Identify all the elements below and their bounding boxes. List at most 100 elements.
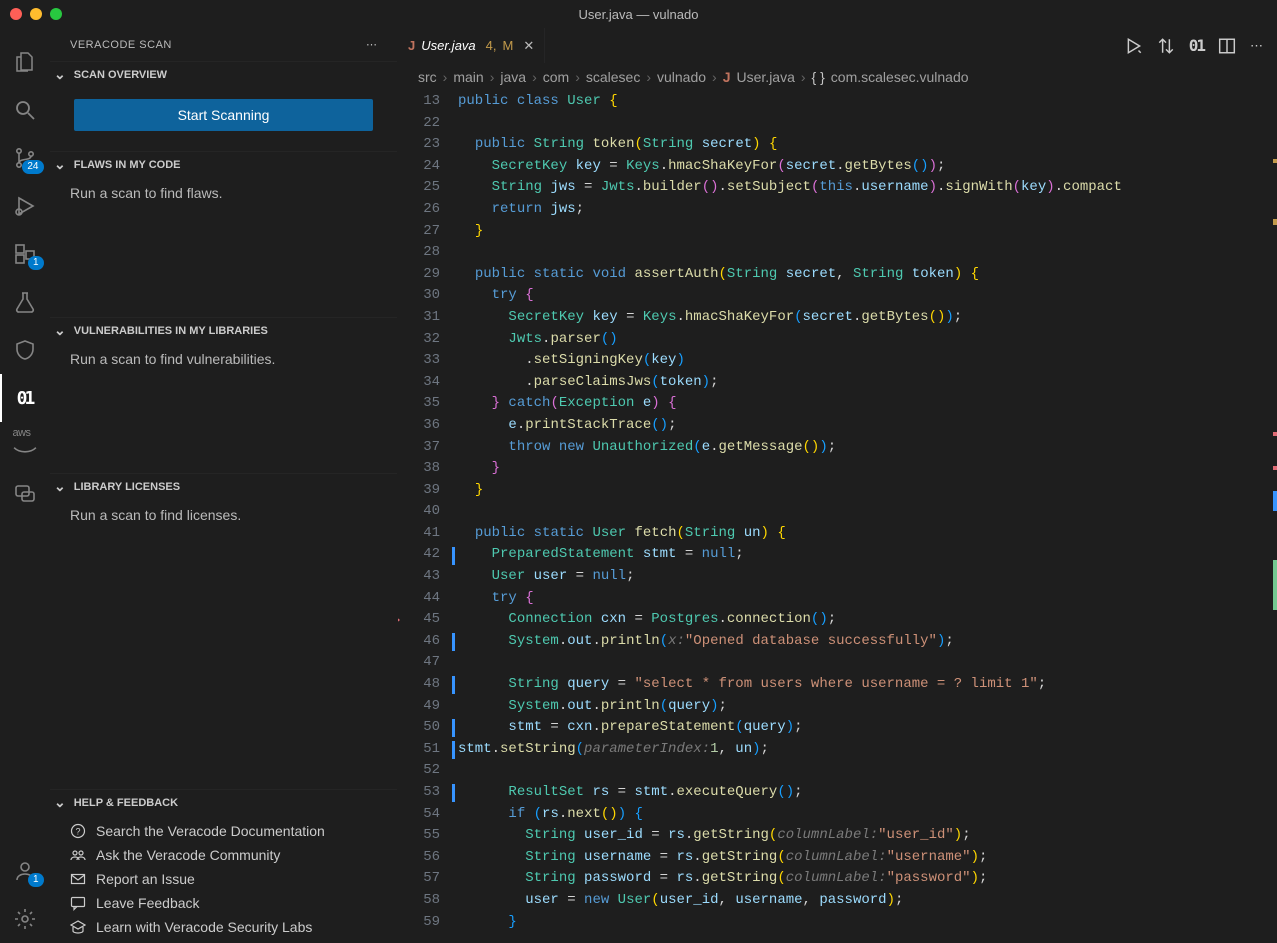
section-licenses-header[interactable]: ⌄ LIBRARY LICENSES [50,473,397,499]
activity-aws[interactable]: aws [0,422,50,470]
activity-source-control[interactable]: 24 [0,134,50,182]
comment-icon [70,895,86,911]
section-help-header[interactable]: ⌄ HELP & FEEDBACK [50,789,397,815]
account-badge: 1 [28,873,44,887]
licenses-empty-text: Run a scan to find licenses. [70,507,241,523]
svg-text:?: ? [75,827,80,837]
sidebar-title: VERACODE SCAN [70,39,172,51]
grad-cap-icon [70,919,86,935]
help-item-report[interactable]: Report an Issue [50,867,397,891]
breadcrumb-part[interactable]: main [453,69,483,85]
help-item-label: Search the Veracode Documentation [96,823,325,839]
mail-icon [70,871,86,887]
more-actions-icon[interactable]: ⋯ [1250,38,1265,54]
line-number-gutter: 1322232425262728293031323334353637383940… [398,91,458,943]
help-item-docs[interactable]: ? Search the Veracode Documentation [50,819,397,843]
breadcrumb-part[interactable]: scalesec [586,69,640,85]
tab-filename: User.java [421,38,475,53]
activity-extensions[interactable]: 1 [0,230,50,278]
tab-modified-indicator: M [503,38,514,53]
breadcrumb-part[interactable]: vulnado [657,69,706,85]
tab-user-java[interactable]: J User.java 4, M ✕ [398,28,545,63]
close-icon[interactable]: ✕ [523,38,534,54]
people-icon [70,847,86,863]
aws-icon: aws [13,427,37,466]
chevron-down-icon: ⌄ [54,66,66,83]
minimize-window-button[interactable] [30,8,42,20]
run-icon[interactable] [1125,37,1143,55]
java-file-icon: J [408,38,415,53]
debug-icon [13,194,37,218]
section-overview-header[interactable]: ⌄ SCAN OVERVIEW [50,61,397,87]
chat-icon [13,482,37,506]
section-flaws-header[interactable]: ⌄ FLAWS IN MY CODE [50,151,397,177]
breadcrumb-file[interactable]: User.java [737,69,795,85]
activity-veracode[interactable]: 01 [0,374,50,422]
breadcrumb-part[interactable]: java [500,69,526,85]
breadcrumb-part[interactable]: com [543,69,569,85]
activity-run-debug[interactable] [0,182,50,230]
help-item-labs[interactable]: Learn with Veracode Security Labs [50,915,397,939]
split-editor-icon[interactable] [1218,37,1236,55]
namespace-icon: { } [812,69,825,85]
activity-search[interactable] [0,86,50,134]
section-flaws-label: FLAWS IN MY CODE [74,159,181,171]
window-title: User.java — vulnado [579,7,699,22]
editor-body[interactable]: 1322232425262728293031323334353637383940… [398,91,1277,943]
scm-badge: 24 [22,160,43,174]
tab-bar: J User.java 4, M ✕ 01 ⋯ [398,28,1277,63]
activity-testing[interactable] [0,278,50,326]
help-item-community[interactable]: Ask the Veracode Community [50,843,397,867]
chevron-down-icon: ⌄ [54,478,66,495]
main-container: 24 1 01 aws [0,28,1277,943]
section-vulns-body: Run a scan to find vulnerabilities. [50,343,397,473]
beaker-icon [13,290,37,314]
section-help-label: HELP & FEEDBACK [74,797,178,809]
question-icon: ? [70,823,86,839]
activity-chat[interactable] [0,470,50,518]
vulns-empty-text: Run a scan to find vulnerabilities. [70,351,275,367]
java-file-icon: J [723,69,731,85]
activity-explorer[interactable] [0,38,50,86]
sidebar-header: VERACODE SCAN ⋯ [50,28,397,61]
search-icon [13,98,37,122]
breadcrumb-part[interactable]: src [418,69,437,85]
veracode-action-icon[interactable]: 01 [1189,36,1204,55]
maximize-window-button[interactable] [50,8,62,20]
section-vulns-header[interactable]: ⌄ VULNERABILITIES IN MY LIBRARIES [50,317,397,343]
help-item-label: Leave Feedback [96,895,200,911]
activity-account[interactable]: 1 [0,847,50,895]
minimap[interactable] [1187,91,1277,943]
close-window-button[interactable] [10,8,22,20]
help-item-label: Ask the Veracode Community [96,847,280,863]
chevron-down-icon: ⌄ [54,322,66,339]
flaws-empty-text: Run a scan to find flaws. [70,185,223,201]
help-item-label: Learn with Veracode Security Labs [96,919,312,935]
diff-icon[interactable] [1157,37,1175,55]
start-scanning-button[interactable]: Start Scanning [74,99,373,131]
code-content[interactable]: public class User { public String token(… [458,91,1277,943]
breadcrumb-namespace[interactable]: com.scalesec.vulnado [831,69,969,85]
chevron-down-icon: ⌄ [54,156,66,173]
sidebar-more-icon[interactable]: ⋯ [366,38,379,51]
section-licenses-body: Run a scan to find licenses. [50,499,397,629]
shield-icon [13,338,37,362]
section-licenses-label: LIBRARY LICENSES [74,481,180,493]
activity-shield[interactable] [0,326,50,374]
help-item-feedback[interactable]: Leave Feedback [50,891,397,915]
section-overview-body: Start Scanning [50,87,397,151]
traffic-lights [10,8,62,20]
chevron-down-icon: ⌄ [54,794,66,811]
activity-bar: 24 1 01 aws [0,28,50,943]
help-list: ? Search the Veracode Documentation Ask … [50,815,397,943]
veracode-icon: 01 [17,388,33,409]
extensions-badge: 1 [28,256,44,270]
activity-settings[interactable] [0,895,50,943]
tab-diagnostics-count: 4, [486,38,497,53]
editor-area: J User.java 4, M ✕ 01 ⋯ src› main› java›… [398,28,1277,943]
gear-icon [13,907,37,931]
breadcrumb[interactable]: src› main› java› com› scalesec› vulnado›… [398,63,1277,91]
sidebar: VERACODE SCAN ⋯ ⌄ SCAN OVERVIEW Start Sc… [50,28,398,943]
titlebar: User.java — vulnado [0,0,1277,28]
help-item-label: Report an Issue [96,871,195,887]
